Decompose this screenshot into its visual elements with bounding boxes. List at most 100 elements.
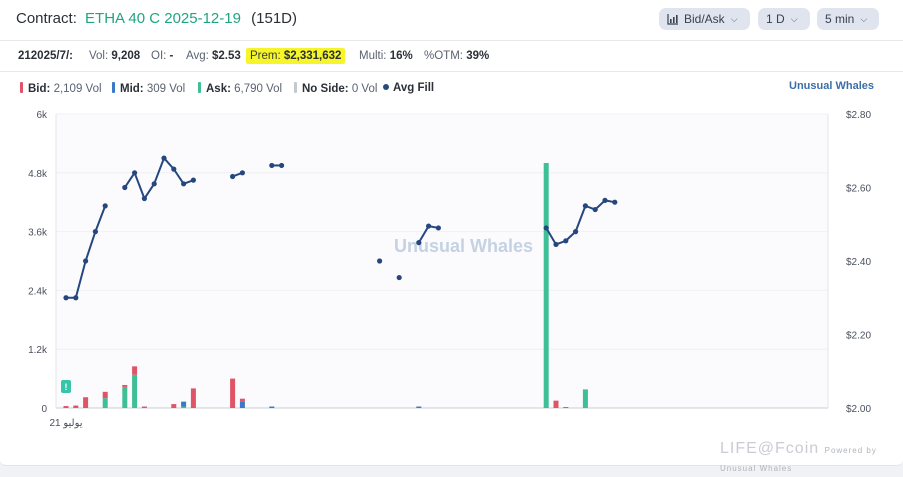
right-tick-label: $2.00 <box>846 404 871 415</box>
avg-fill-point <box>396 274 402 281</box>
legend-bid[interactable]: Bid: 2,109 Vol <box>20 82 102 95</box>
volume-bar-bid <box>73 405 79 408</box>
volume-bar-bid <box>132 366 138 375</box>
avg-fill-point <box>73 295 79 301</box>
timeframe-dropdown[interactable]: 1 D ⌵ <box>758 8 810 30</box>
avg-fill-point <box>563 238 569 244</box>
volume-bar-bid <box>122 384 128 387</box>
left-tick-label: 0 <box>41 404 47 415</box>
volume-bar-bid <box>83 397 89 408</box>
volume-bar-bid <box>171 404 177 408</box>
avg-fill-point <box>435 225 441 231</box>
left-tick-label: 2.4k <box>28 286 48 297</box>
volume-bar-bid <box>141 406 147 408</box>
stat-volume: Vol: 9,208 <box>89 50 141 62</box>
right-tick-label: $2.20 <box>846 331 871 342</box>
stat-multi: Multi: 16% <box>359 50 413 62</box>
avg-fill-point <box>190 177 196 183</box>
avg-fill-point <box>573 229 579 235</box>
center-watermark: Unusual Whales <box>394 236 533 256</box>
avg-fill-point <box>279 162 285 169</box>
avg-fill-point <box>592 206 598 213</box>
avg-fill-point <box>612 199 618 205</box>
volume-bar-ask <box>122 386 128 408</box>
left-tick-label: 3.6k <box>28 228 48 239</box>
avg-fill-point <box>239 170 245 176</box>
left-tick-label: 6k <box>36 110 48 121</box>
plot-area <box>56 114 828 408</box>
volume-bar-mid <box>181 401 187 407</box>
volume-bar-bid <box>563 407 569 408</box>
legend-mid[interactable]: Mid: 309 Vol <box>112 82 185 95</box>
right-axis: $2.00 $2.20 $2.40 $2.60 $2.80 <box>846 110 871 415</box>
volume-bar-ask <box>582 389 588 408</box>
side-mode-dropdown[interactable]: Bid/Ask ⌵ <box>659 8 750 30</box>
left-axis: 0 1.2k 2.4k 3.6k 4.8k 6k <box>28 110 48 415</box>
avg-fill-point <box>171 166 177 172</box>
contract-label: Contract: <box>16 10 77 27</box>
avg-fill-point <box>426 223 432 229</box>
contract-symbol[interactable]: ETHA 40 C 2025-12-19 <box>85 10 241 27</box>
avg-fill-point <box>416 240 422 246</box>
right-tick-label: $2.40 <box>846 257 871 268</box>
avg-fill-point <box>102 203 108 209</box>
corner-watermark: LIFE@Fcoin Powered by Unusual Whales <box>720 440 877 473</box>
avg-fill-point <box>543 225 549 231</box>
volume-bar-mid <box>239 401 245 408</box>
volume-bar-bid <box>230 378 236 408</box>
contract-title: Contract: ETHA 40 C 2025-12-19 (151D) <box>16 10 297 27</box>
volume-bar-bid <box>102 391 108 399</box>
flow-chart: 0 1.2k 2.4k 3.6k 4.8k 6k $2.00 $2.20 $2.40 $2.60… <box>28 110 871 429</box>
volume-bar-ask <box>102 398 108 408</box>
chart-legend: Bid: 2,109 Vol Mid: 309 Vol Ask: 6,790 V… <box>0 72 903 104</box>
volume-bar-bid <box>553 400 559 408</box>
avg-fill-point <box>83 258 89 264</box>
volume-bar-ask <box>181 406 187 408</box>
legend-avg-fill[interactable]: Avg Fill <box>383 82 434 94</box>
legend-no-side[interactable]: No Side: 0 Vol <box>294 82 377 95</box>
x-tick-label: 21 يوليو <box>49 418 82 429</box>
volume-bar-mid <box>269 406 275 408</box>
right-tick-label: $2.60 <box>846 184 871 195</box>
alert-marker[interactable]: ! <box>61 380 71 393</box>
volume-bar-bid <box>63 406 69 408</box>
avg-fill-point <box>602 197 608 203</box>
volume-bar-ask <box>543 163 549 408</box>
left-tick-label: 1.2k <box>28 345 48 356</box>
volume-bar-bid <box>239 398 245 402</box>
days-to-expiry: (151D) <box>251 10 297 27</box>
chevron-down-icon: ⌵ <box>860 13 868 24</box>
volume-bar-ask <box>132 374 138 408</box>
avg-fill-point <box>181 181 187 187</box>
chart-card: Contract: ETHA 40 C 2025-12-19 (151D) Bi… <box>0 0 903 466</box>
stat-otm: %OTM: 39% <box>424 50 490 62</box>
avg-fill-point <box>63 295 69 301</box>
header-bar: Contract: ETHA 40 C 2025-12-19 (151D) Bi… <box>0 0 903 41</box>
avg-fill-point <box>582 203 589 209</box>
avg-fill-point <box>377 258 383 264</box>
chevron-down-icon: ⌵ <box>730 13 738 24</box>
chevron-down-icon: ⌵ <box>790 13 798 24</box>
stats-bar: 212025/7/: Vol: 9,208 OI: - Avg: $2.53 P… <box>0 41 903 72</box>
brand-logo: Unusual Whales <box>789 80 874 92</box>
volume-bar-bid <box>190 388 196 408</box>
interval-label: 5 min <box>825 12 855 26</box>
volume-bar-mid <box>416 406 422 408</box>
avg-fill-point <box>230 173 236 180</box>
avg-fill-point <box>161 155 167 161</box>
interval-dropdown[interactable]: 5 min ⌵ <box>817 8 879 30</box>
avg-fill-point <box>141 195 147 202</box>
avg-fill-point <box>132 170 138 176</box>
left-tick-label: 4.8k <box>28 169 48 180</box>
stat-open-interest: OI: - <box>151 50 174 62</box>
legend-ask[interactable]: Ask: 6,790 Vol <box>198 82 282 95</box>
avg-fill-point <box>553 241 559 248</box>
bar-chart-icon <box>667 13 678 25</box>
stat-date: 212025/7/: <box>18 50 73 62</box>
avg-fill-point <box>92 229 98 235</box>
side-mode-label: Bid/Ask <box>684 12 725 26</box>
avg-fill-point <box>122 184 128 191</box>
right-tick-label: $2.80 <box>846 110 871 121</box>
timeframe-label: 1 D <box>766 12 785 26</box>
stat-average: Avg: $2.53 <box>186 50 241 62</box>
